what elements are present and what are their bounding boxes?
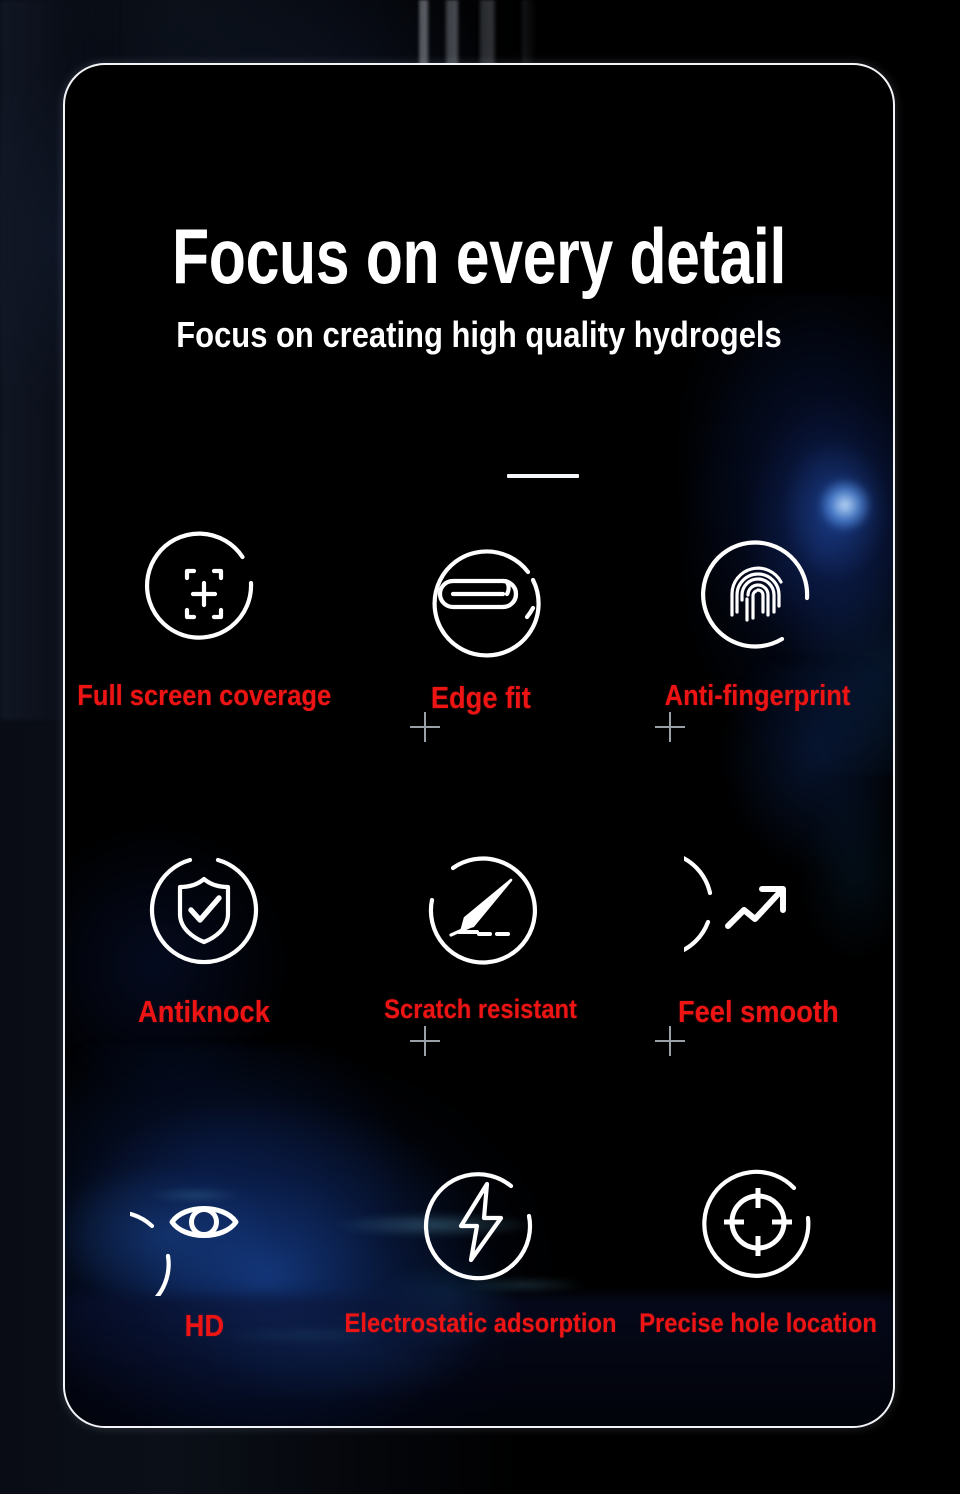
feature-label: Full screen coverage (77, 680, 331, 712)
feature-item-electrostatic-adsorption[interactable]: Electrostatic adsorption (343, 1148, 620, 1339)
feature-row-2: Antiknock Scratch resistant Feel smooth (65, 834, 893, 1080)
feature-label: Anti-fingerprint (665, 680, 851, 712)
plus-separator-icon (655, 712, 685, 742)
feature-label: Scratch resistant (384, 994, 578, 1024)
feature-item-hd[interactable]: HD (66, 1148, 343, 1344)
fingerprint-icon (684, 520, 832, 668)
target-reticle-icon (684, 1148, 832, 1296)
viewfinder-crosshair-icon (130, 520, 278, 668)
feature-label: Electrostatic adsorption (345, 1308, 618, 1338)
feature-item-feel-smooth[interactable]: Feel smooth (620, 834, 894, 1030)
feature-grid: Full screen coverage Edge fit Anti-finge… (65, 520, 893, 1394)
lightning-bolt-icon (407, 1148, 555, 1296)
feature-label: Precise hole location (639, 1308, 877, 1338)
plus-separator-icon (410, 712, 440, 742)
plus-separator-icon (655, 1026, 685, 1056)
feature-label: Feel smooth (677, 994, 839, 1029)
plus-separator-icon (410, 1026, 440, 1056)
page-subtitle: Focus on creating high quality hydrogels (176, 314, 782, 355)
feature-item-precise-hole-location[interactable]: Precise hole location (620, 1148, 894, 1339)
page-title: Focus on every detail (172, 212, 786, 300)
feature-card-content: Focus on every detail Focus on creating … (65, 65, 893, 1426)
blade-scratch-icon (407, 834, 555, 982)
feature-card-frame: Focus on every detail Focus on creating … (63, 63, 895, 1428)
feature-item-anti-fingerprint[interactable]: Anti-fingerprint (620, 520, 894, 713)
feature-label: HD (184, 1308, 224, 1343)
feature-row-3: HD Electrostatic adsorption Precise hole… (65, 1148, 893, 1394)
feature-item-scratch-resistant[interactable]: Scratch resistant (343, 834, 620, 1025)
eye-icon (130, 1148, 278, 1296)
shield-check-icon (130, 834, 278, 982)
title-divider (507, 474, 579, 478)
feature-item-antiknock[interactable]: Antiknock (66, 834, 343, 1030)
feature-item-full-screen-coverage[interactable]: Full screen coverage (66, 520, 343, 713)
feature-item-edge-fit[interactable]: Edge fit (343, 520, 620, 716)
feature-row-1: Full screen coverage Edge fit Anti-finge… (65, 520, 893, 766)
promo-banner: Focus on every detail Focus on creating … (0, 0, 960, 1494)
feature-label: Edge fit (430, 680, 532, 715)
trending-arrow-icon (684, 834, 832, 982)
curved-edge-glass-icon (407, 520, 555, 668)
feature-label: Antiknock (138, 994, 270, 1029)
